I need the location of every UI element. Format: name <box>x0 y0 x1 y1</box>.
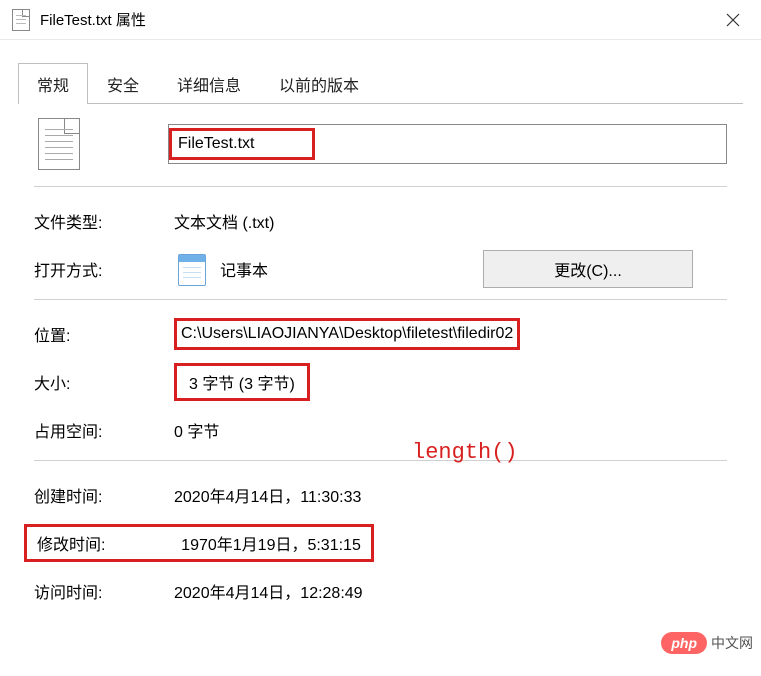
value-accessed: 2020年4月14日，12:28:49 <box>174 579 363 603</box>
close-button[interactable] <box>709 0 757 40</box>
label-openwith: 打开方式: <box>34 257 174 281</box>
label-accessed: 访问时间: <box>34 579 174 603</box>
value-created: 2020年4月14日，11:30:33 <box>174 483 361 507</box>
tab-general[interactable]: 常规 <box>18 63 88 104</box>
label-size: 大小: <box>34 370 174 394</box>
tabs: 常规 安全 详细信息 以前的版本 <box>18 62 743 104</box>
notepad-icon <box>174 250 208 288</box>
size-highlight: 3 字节 (3 字节) <box>174 363 310 401</box>
file-type-icon <box>38 118 80 170</box>
value-openwith: 记事本 <box>220 257 268 281</box>
value-size: 3 字节 (3 字节) <box>189 376 295 393</box>
window-title: FileTest.txt 属性 <box>40 9 709 30</box>
filename-highlight <box>169 128 315 160</box>
tab-details[interactable]: 详细信息 <box>158 63 260 104</box>
modified-highlight: 修改时间: 1970年1月19日，5:31:15 <box>24 524 374 562</box>
label-filetype: 文件类型: <box>34 209 174 233</box>
value-filetype: 文本文档 (.txt) <box>174 209 274 233</box>
watermark: php 中文网 <box>661 632 753 654</box>
value-modified: 1970年1月19日，5:31:15 <box>181 531 361 555</box>
close-icon <box>726 13 740 27</box>
divider <box>34 460 727 461</box>
tab-previous[interactable]: 以前的版本 <box>260 63 378 104</box>
divider <box>34 299 727 300</box>
filename-input[interactable] <box>172 131 312 157</box>
watermark-logo: php <box>661 632 707 654</box>
label-location: 位置: <box>34 322 174 346</box>
tab-content: 文件类型: 文本文档 (.txt) 打开方式: 记事本 更改(C)... 位置:… <box>18 104 743 611</box>
value-diskspace: 0 字节 <box>174 418 219 442</box>
watermark-text: 中文网 <box>711 633 753 653</box>
annotation-length: length() <box>412 440 518 465</box>
tab-security[interactable]: 安全 <box>88 63 158 104</box>
change-button[interactable]: 更改(C)... <box>483 250 693 288</box>
filename-field-wrap <box>168 124 727 164</box>
label-created: 创建时间: <box>34 483 174 507</box>
titlebar: FileTest.txt 属性 <box>0 0 761 40</box>
location-highlight: C:\Users\LIAOJIANYA\Desktop\filetest\fil… <box>174 318 520 350</box>
label-modified: 修改时间: <box>37 531 177 555</box>
divider <box>34 186 727 187</box>
file-icon <box>12 9 30 31</box>
value-location: C:\Users\LIAOJIANYA\Desktop\filetest\fil… <box>181 325 513 342</box>
label-diskspace: 占用空间: <box>34 418 174 442</box>
